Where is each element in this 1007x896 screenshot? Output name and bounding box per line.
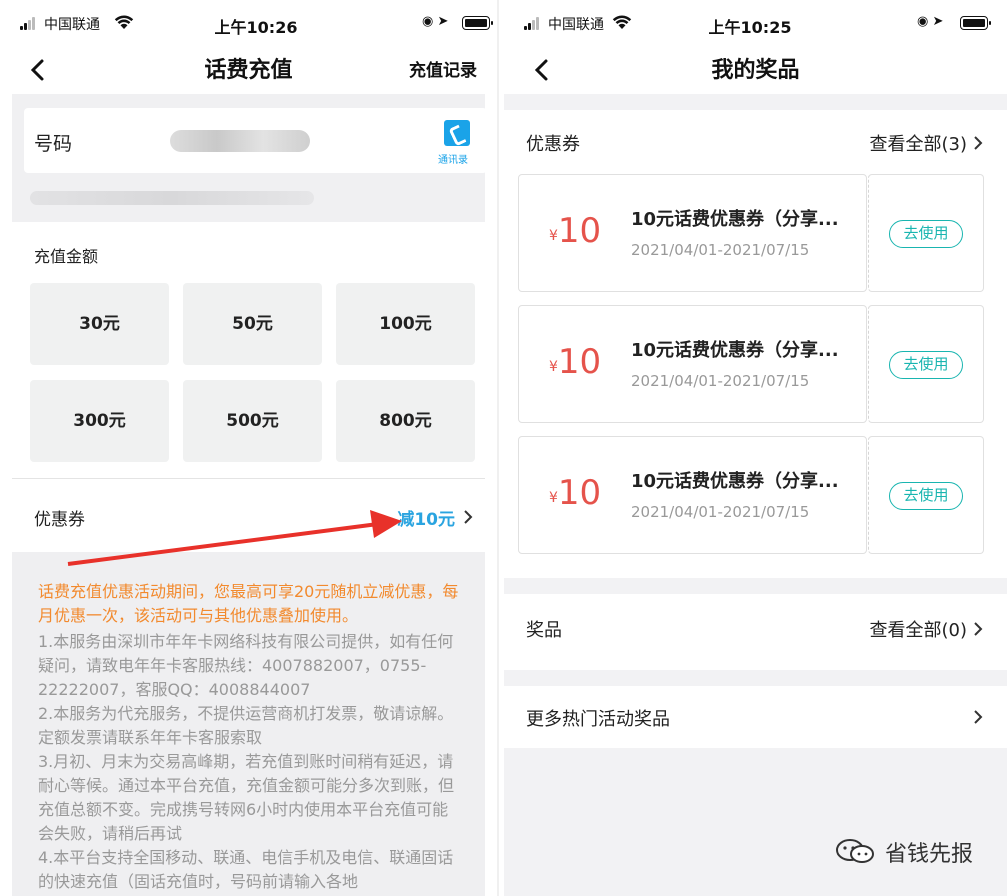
coupon-validity: 2021/04/01-2021/07/15 xyxy=(631,241,810,259)
coupons-header-row[interactable]: 优惠券 查看全部(3) xyxy=(504,110,1007,174)
use-coupon-button[interactable]: 去使用 xyxy=(889,220,963,248)
coupon-amount: ¥10 xyxy=(549,211,602,251)
amount-option[interactable]: 500元 xyxy=(183,380,322,462)
chevron-right-icon xyxy=(464,510,473,524)
carrier-name: 中国联通 xyxy=(548,17,604,33)
nav-bar: 我的奖品 xyxy=(504,48,1007,94)
left-phone-screen: 中国联通 上午10:26 ◉ ➤ 话费充值 充值记录 号码 通讯录 充值金额 3… xyxy=(0,0,499,896)
coupon-validity: 2021/04/01-2021/07/15 xyxy=(631,372,810,390)
signal-icon xyxy=(20,17,38,30)
carrier-name: 中国联通 xyxy=(44,17,100,33)
note-item: 1.本服务由深圳市年年卡网络科技有限公司提供，如有任何疑问，请致电年年卡客服热线… xyxy=(38,632,454,699)
phone-number-input[interactable] xyxy=(170,130,310,152)
amount-section: 充值金额 30元 50元 100元 300元 500元 800元 优惠券 减10… xyxy=(12,222,485,552)
coupon-list: ¥10 10元话费优惠券（分享... 2021/04/01-2021/07/15… xyxy=(504,174,1007,578)
location-lock-icon: ◉ ➤ xyxy=(422,14,449,29)
status-bar: 中国联通 上午10:25 ◉ ➤ xyxy=(504,0,1007,48)
page-title: 我的奖品 xyxy=(711,58,800,83)
wifi-icon xyxy=(114,15,134,29)
status-time: 上午10:26 xyxy=(214,18,298,37)
coupons-section-label: 优惠券 xyxy=(526,134,580,155)
prizes-row[interactable]: 奖品 查看全部(0) xyxy=(504,594,1007,670)
note-item: 3.月初、月末为交易高峰期，若充值到账时间稍有延迟，请耐心等候。通过本平台充值，… xyxy=(38,752,455,843)
status-time: 上午10:25 xyxy=(708,18,792,37)
chevron-right-icon xyxy=(974,710,983,724)
promo-notice: 话费充值优惠活动期间，您最高可享20元随机立减优惠，每月优惠一次，该活动可与其他… xyxy=(38,582,459,625)
coupon-row[interactable]: 优惠券 减10元 xyxy=(12,478,485,552)
use-coupon-button[interactable]: 去使用 xyxy=(889,482,963,510)
coupon-title: 10元话费优惠券（分享... xyxy=(631,340,839,361)
status-bar: 中国联通 上午10:26 ◉ ➤ xyxy=(0,0,497,48)
location-lock-icon: ◉ ➤ xyxy=(917,14,944,29)
contacts-label[interactable]: 通讯录 xyxy=(438,151,468,166)
coupon-card[interactable]: ¥10 10元话费优惠券（分享... 2021/04/01-2021/07/15… xyxy=(518,174,984,292)
amount-section-title: 充值金额 xyxy=(34,247,99,266)
coupon-title: 10元话费优惠券（分享... xyxy=(631,471,839,492)
coupon-title: 10元话费优惠券（分享... xyxy=(631,209,839,230)
right-phone-screen: 中国联通 上午10:25 ◉ ➤ 我的奖品 优惠券 查看全部(3) ¥10 10… xyxy=(504,0,1007,896)
carrier-info-blurred xyxy=(30,191,314,205)
recharge-history-link[interactable]: 充值记录 xyxy=(409,56,477,81)
recharge-notes: 话费充值优惠活动期间，您最高可享20元随机立减优惠，每月优惠一次，该活动可与其他… xyxy=(12,552,485,896)
battery-icon xyxy=(960,16,991,30)
chevron-right-icon xyxy=(974,622,983,636)
coupon-card[interactable]: ¥10 10元话费优惠券（分享... 2021/04/01-2021/07/15… xyxy=(518,436,984,554)
watermark: 省钱先报 xyxy=(835,836,973,868)
phone-number-card: 号码 通讯录 xyxy=(24,108,487,173)
coupon-row-label: 优惠券 xyxy=(34,510,85,530)
prizes-view-all[interactable]: 查看全部(0) xyxy=(870,616,968,642)
coupon-discount-value: 减10元 xyxy=(397,510,455,530)
amount-option[interactable]: 30元 xyxy=(30,283,169,365)
watermark-text: 省钱先报 xyxy=(884,842,973,867)
wechat-icon xyxy=(835,839,874,863)
amount-option[interactable]: 800元 xyxy=(336,380,475,462)
nav-bar: 话费充值 充值记录 xyxy=(0,48,497,94)
signal-icon xyxy=(524,17,542,30)
wifi-icon xyxy=(612,15,632,29)
amount-option[interactable]: 100元 xyxy=(336,283,475,365)
contacts-icon[interactable] xyxy=(444,120,470,146)
prizes-label: 奖品 xyxy=(526,620,562,641)
coupons-view-all[interactable]: 查看全部(3) xyxy=(870,130,968,156)
use-coupon-button[interactable]: 去使用 xyxy=(889,351,963,379)
coupon-amount: ¥10 xyxy=(549,473,602,513)
note-item: 2.本服务为代充服务，不提供运营商机打发票，敬请谅解。定额发票请联系年年卡客服索… xyxy=(38,704,454,747)
coupon-card[interactable]: ¥10 10元话费优惠券（分享... 2021/04/01-2021/07/15… xyxy=(518,305,984,423)
phone-number-label: 号码 xyxy=(34,133,73,155)
coupon-amount: ¥10 xyxy=(549,342,602,382)
amount-option[interactable]: 50元 xyxy=(183,283,322,365)
chevron-right-icon xyxy=(974,136,983,150)
more-prizes-row[interactable]: 更多热门活动奖品 xyxy=(504,686,1007,748)
more-prizes-label: 更多热门活动奖品 xyxy=(526,709,670,730)
battery-icon xyxy=(462,16,493,30)
note-item: 4.本平台支持全国移动、联通、电信手机及电信、联通固话的快速充值（固话充值时，号… xyxy=(38,848,454,891)
coupon-validity: 2021/04/01-2021/07/15 xyxy=(631,503,810,521)
amount-option[interactable]: 300元 xyxy=(30,380,169,462)
